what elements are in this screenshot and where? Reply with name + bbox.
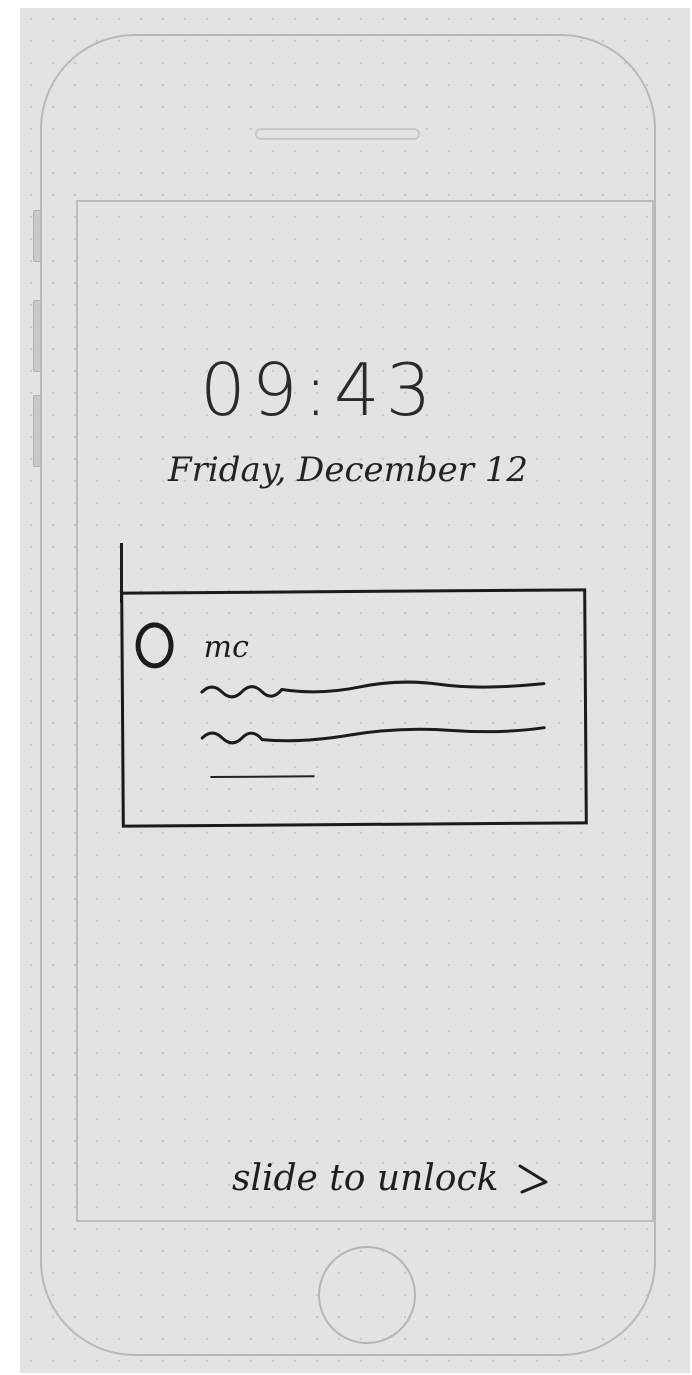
notification-text-line [200,676,546,702]
speaker-grille [255,128,420,140]
notification-card[interactable]: mc [120,588,588,828]
notification-sender: mc [203,629,249,666]
side-button-volume-down [33,395,41,467]
slide-to-unlock-label: slide to unlock [232,1158,499,1199]
notification-text-line-short [210,775,315,779]
chevron-right-icon [516,1162,550,1196]
slide-to-unlock[interactable]: slide to unlock [232,1158,550,1199]
side-button-mute [33,210,41,262]
home-button[interactable] [318,1246,416,1344]
lock-clock: 09:43 [200,348,438,432]
notification-text-line [200,722,546,748]
lock-date: Friday, December 12 [168,450,529,490]
side-button-volume-up [33,300,41,372]
circle-avatar-icon [135,622,174,669]
